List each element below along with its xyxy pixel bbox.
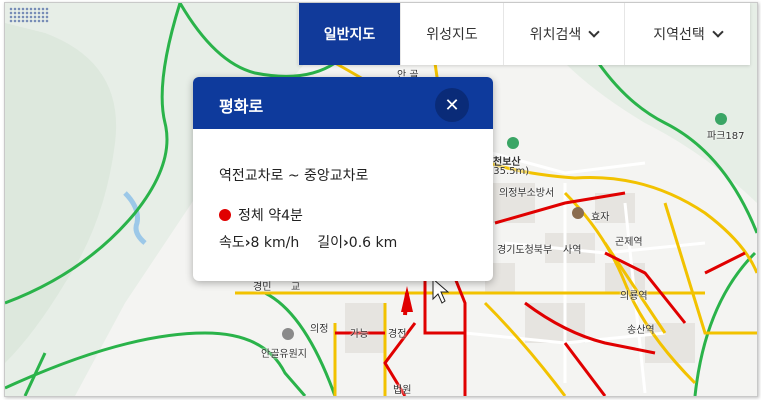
park-icon-angol [282, 328, 294, 340]
map-label-station-suffix: 사역 [563, 245, 582, 256]
park-icon [715, 113, 727, 125]
popup-header: 평화로 ✕ [193, 77, 493, 129]
speed-value: 8 km/h [250, 235, 300, 251]
map-label-euryong: 의룡역 [620, 291, 648, 302]
traffic-metrics: 속도›8 km/h 길이›0.6 km [219, 232, 397, 252]
tab-label: 지역선택 [653, 27, 705, 43]
map-label-ganeung: 가능 [350, 329, 369, 340]
map-label-gyeonggi-north: 경기도청북부 [497, 245, 553, 256]
chevron-down-icon [712, 26, 724, 38]
status-dot-icon [219, 209, 231, 221]
popup-title: 평화로 [219, 97, 264, 116]
length-label: 길이 [317, 235, 344, 251]
map-frame: 파크187 천보산 (335.5m) 의정부소방서 효자 곤제역 경기도청북부 … [4, 2, 758, 397]
map-label-park: 파크187 [707, 131, 745, 142]
route-section: 역전교차로 ~ 중앙교차로 [219, 168, 369, 184]
map-label-fire-hq: 의정부소방서 [499, 188, 555, 199]
close-button[interactable]: ✕ [435, 88, 469, 122]
map-label-gonje: 곤제역 [615, 237, 643, 248]
map-label-uijeong: 의정 [310, 324, 329, 335]
tab-label: 일반지도 [323, 27, 376, 43]
status-text: 정체 약4분 [238, 208, 303, 224]
mountain-icon [507, 137, 519, 149]
length-value: 0.6 km [348, 235, 398, 251]
close-icon: ✕ [444, 94, 460, 116]
map-label-songsan: 송산역 [627, 325, 655, 336]
traffic-info-popup: 평화로 ✕ 역전교차로 ~ 중앙교차로 정체 약4분 속도›8 km/h 길이›0… [193, 77, 493, 281]
tab-satellite-map[interactable]: 위성지도 [401, 3, 504, 65]
tab-label: 위치검색 [529, 27, 582, 43]
tab-general-map[interactable]: 일반지도 [299, 3, 401, 65]
map-label-beop: 법원 [393, 385, 412, 396]
tab-region-select[interactable]: 지역선택 [625, 3, 750, 65]
poi-icon [572, 207, 584, 219]
tab-label: 위성지도 [426, 27, 478, 43]
speed-label: 속도 [219, 235, 245, 251]
map-label-gyeongjeon: 경전 [388, 329, 407, 340]
map-label-angol-park: 안골유원지 [261, 349, 307, 360]
tab-location-search[interactable]: 위치검색 [504, 3, 625, 65]
logo-pattern [9, 7, 49, 23]
map-label-hyoja: 효자 [591, 212, 610, 223]
traffic-status: 정체 약4분 [219, 205, 303, 225]
chevron-down-icon [588, 26, 600, 38]
map-tab-bar: 일반지도 위성지도 위치검색 지역선택 [298, 3, 750, 65]
